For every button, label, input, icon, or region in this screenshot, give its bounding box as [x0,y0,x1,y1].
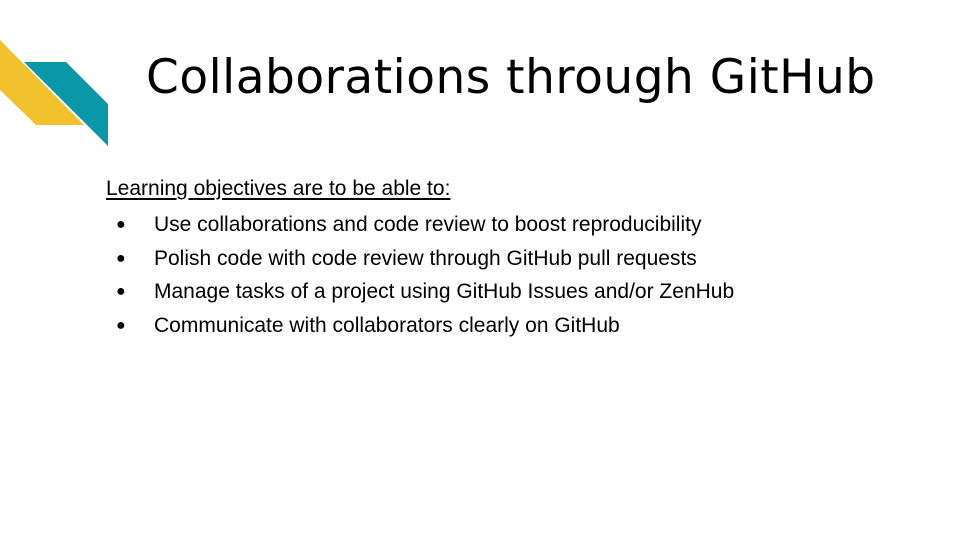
slide-title: Collaborations through GitHub [146,50,876,105]
objectives-section: Learning objectives are to be able to: ●… [106,176,926,342]
bullet-icon: ● [116,316,126,334]
objective-text: Communicate with collaborators clearly o… [154,313,620,337]
objective-text: Polish code with code review through Git… [154,246,697,270]
corner-chevron-decoration [0,40,108,146]
bullet-icon: ● [116,249,126,267]
objectives-heading: Learning objectives are to be able to: [106,177,451,200]
list-item: ● Use collaborations and code review to … [106,208,926,242]
slide: Collaborations through GitHub Learning o… [0,0,960,540]
bullet-icon: ● [116,283,126,300]
objective-text: Manage tasks of a project using GitHub I… [154,280,735,303]
objective-text: Use collaborations and code review to bo… [154,213,702,236]
list-item: ● Polish code with code review through G… [106,242,926,276]
list-item: ● Manage tasks of a project using GitHub… [106,275,926,309]
list-item: ● Communicate with collaborators clearly… [106,309,926,343]
bullet-icon: ● [116,216,126,233]
objectives-list: ● Use collaborations and code review to … [106,208,926,342]
